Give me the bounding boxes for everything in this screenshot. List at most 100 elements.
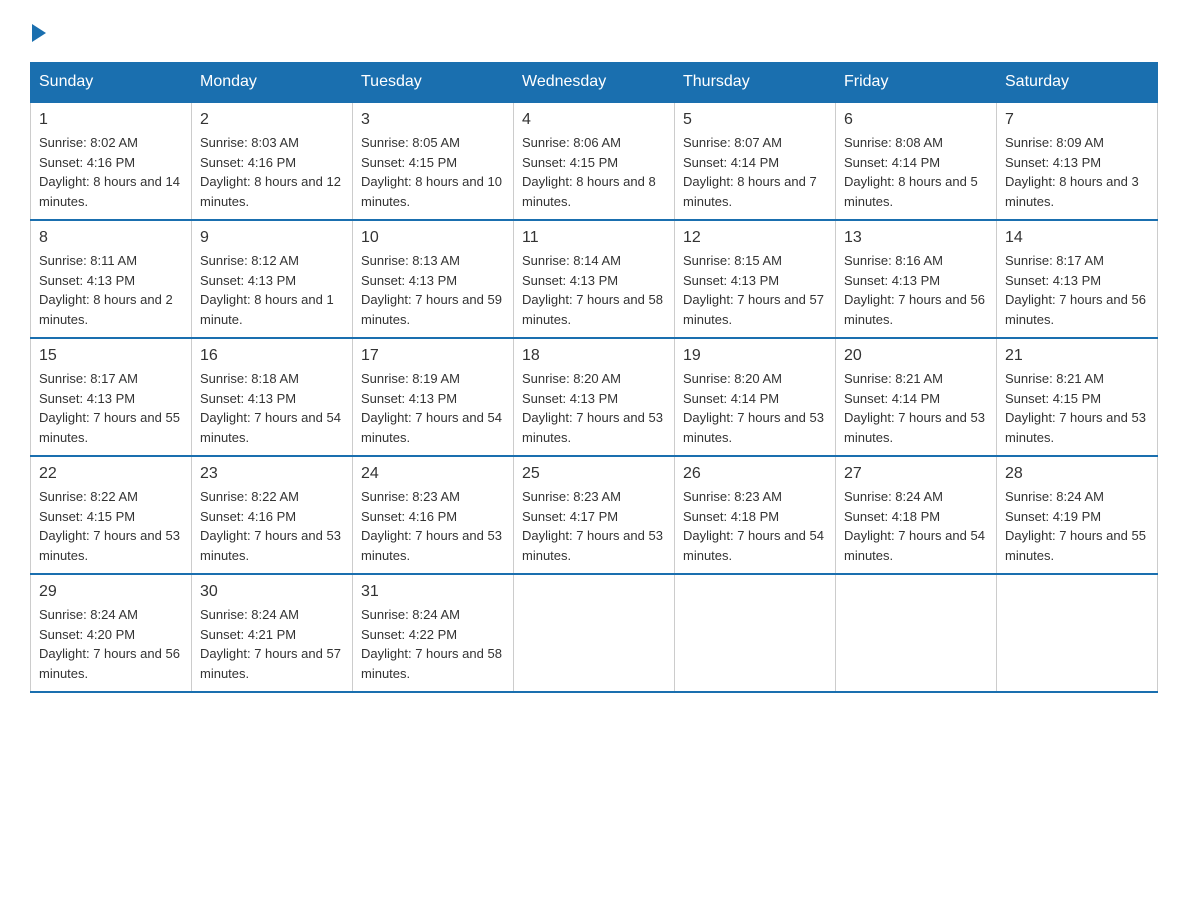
- day-info: Sunrise: 8:23 AMSunset: 4:17 PMDaylight:…: [522, 487, 666, 565]
- calendar-table: Sunday Monday Tuesday Wednesday Thursday…: [30, 62, 1158, 693]
- day-number: 23: [200, 465, 344, 483]
- day-info: Sunrise: 8:24 AMSunset: 4:18 PMDaylight:…: [844, 487, 988, 565]
- calendar-cell: 23 Sunrise: 8:22 AMSunset: 4:16 PMDayligh…: [192, 456, 353, 574]
- calendar-cell: 14Sunrise: 8:17 AMSunset: 4:13 PMDayligh…: [997, 220, 1158, 338]
- day-info: Sunrise: 8:21 AMSunset: 4:15 PMDaylight:…: [1005, 369, 1149, 447]
- calendar-cell: 27 Sunrise: 8:24 AMSunset: 4:18 PMDayligh…: [836, 456, 997, 574]
- calendar-cell: 24 Sunrise: 8:23 AMSunset: 4:16 PMDayligh…: [353, 456, 514, 574]
- day-number: 10: [361, 229, 505, 247]
- day-info: Sunrise: 8:14 AMSunset: 4:13 PMDaylight:…: [522, 251, 666, 329]
- calendar-cell: 4 Sunrise: 8:06 AMSunset: 4:15 PMDaylight…: [514, 102, 675, 220]
- day-info: Sunrise: 8:02 AMSunset: 4:16 PMDaylight:…: [39, 133, 183, 211]
- day-number: 9: [200, 229, 344, 247]
- col-tuesday: Tuesday: [353, 63, 514, 103]
- calendar-week-row: 8 Sunrise: 8:11 AMSunset: 4:13 PMDaylight…: [31, 220, 1158, 338]
- day-info: Sunrise: 8:08 AMSunset: 4:14 PMDaylight:…: [844, 133, 988, 211]
- calendar-week-row: 1 Sunrise: 8:02 AMSunset: 4:16 PMDaylight…: [31, 102, 1158, 220]
- calendar-cell: [836, 574, 997, 692]
- day-number: 16: [200, 347, 344, 365]
- calendar-cell: [514, 574, 675, 692]
- day-info: Sunrise: 8:18 AMSunset: 4:13 PMDaylight:…: [200, 369, 344, 447]
- calendar-cell: 12 Sunrise: 8:15 AMSunset: 4:13 PMDayligh…: [675, 220, 836, 338]
- day-info: Sunrise: 8:06 AMSunset: 4:15 PMDaylight:…: [522, 133, 666, 211]
- col-wednesday: Wednesday: [514, 63, 675, 103]
- day-number: 8: [39, 229, 183, 247]
- page-header: [30, 20, 1158, 42]
- day-number: 28: [1005, 465, 1149, 483]
- day-number: 29: [39, 583, 183, 601]
- calendar-cell: 16 Sunrise: 8:18 AMSunset: 4:13 PMDayligh…: [192, 338, 353, 456]
- day-number: 19: [683, 347, 827, 365]
- day-info: Sunrise: 8:19 AMSunset: 4:13 PMDaylight:…: [361, 369, 505, 447]
- day-number: 20: [844, 347, 988, 365]
- calendar-cell: 17 Sunrise: 8:19 AMSunset: 4:13 PMDayligh…: [353, 338, 514, 456]
- calendar-cell: [675, 574, 836, 692]
- day-info: Sunrise: 8:20 AMSunset: 4:14 PMDaylight:…: [683, 369, 827, 447]
- calendar-cell: 20 Sunrise: 8:21 AMSunset: 4:14 PMDayligh…: [836, 338, 997, 456]
- day-info: Sunrise: 8:24 AMSunset: 4:20 PMDaylight:…: [39, 605, 183, 683]
- day-info: Sunrise: 8:24 AMSunset: 4:19 PMDaylight:…: [1005, 487, 1149, 565]
- day-number: 17: [361, 347, 505, 365]
- calendar-cell: 29 Sunrise: 8:24 AMSunset: 4:20 PMDayligh…: [31, 574, 192, 692]
- day-info: Sunrise: 8:23 AMSunset: 4:16 PMDaylight:…: [361, 487, 505, 565]
- day-number: 14: [1005, 229, 1149, 247]
- day-info: Sunrise: 8:05 AMSunset: 4:15 PMDaylight:…: [361, 133, 505, 211]
- col-friday: Friday: [836, 63, 997, 103]
- calendar-cell: 5 Sunrise: 8:07 AMSunset: 4:14 PMDaylight…: [675, 102, 836, 220]
- calendar-cell: 30 Sunrise: 8:24 AMSunset: 4:21 PMDayligh…: [192, 574, 353, 692]
- calendar-cell: 11 Sunrise: 8:14 AMSunset: 4:13 PMDayligh…: [514, 220, 675, 338]
- day-number: 7: [1005, 111, 1149, 129]
- calendar-cell: 2Sunrise: 8:03 AMSunset: 4:16 PMDaylight…: [192, 102, 353, 220]
- col-thursday: Thursday: [675, 63, 836, 103]
- calendar-cell: 22Sunrise: 8:22 AMSunset: 4:15 PMDayligh…: [31, 456, 192, 574]
- calendar-cell: 31Sunrise: 8:24 AMSunset: 4:22 PMDayligh…: [353, 574, 514, 692]
- day-number: 15: [39, 347, 183, 365]
- calendar-week-row: 15 Sunrise: 8:17 AMSunset: 4:13 PMDayligh…: [31, 338, 1158, 456]
- day-number: 13: [844, 229, 988, 247]
- day-info: Sunrise: 8:12 AMSunset: 4:13 PMDaylight:…: [200, 251, 344, 329]
- calendar-cell: 3Sunrise: 8:05 AMSunset: 4:15 PMDaylight…: [353, 102, 514, 220]
- calendar-cell: 7 Sunrise: 8:09 AMSunset: 4:13 PMDaylight…: [997, 102, 1158, 220]
- calendar-week-row: 22Sunrise: 8:22 AMSunset: 4:15 PMDayligh…: [31, 456, 1158, 574]
- day-number: 22: [39, 465, 183, 483]
- day-number: 24: [361, 465, 505, 483]
- day-info: Sunrise: 8:11 AMSunset: 4:13 PMDaylight:…: [39, 251, 183, 329]
- day-info: Sunrise: 8:22 AMSunset: 4:16 PMDaylight:…: [200, 487, 344, 565]
- calendar-cell: 28 Sunrise: 8:24 AMSunset: 4:19 PMDayligh…: [997, 456, 1158, 574]
- calendar-body: 1 Sunrise: 8:02 AMSunset: 4:16 PMDaylight…: [31, 102, 1158, 692]
- calendar-cell: 10 Sunrise: 8:13 AMSunset: 4:13 PMDayligh…: [353, 220, 514, 338]
- day-number: 6: [844, 111, 988, 129]
- calendar-cell: 13 Sunrise: 8:16 AMSunset: 4:13 PMDayligh…: [836, 220, 997, 338]
- day-info: Sunrise: 8:16 AMSunset: 4:13 PMDaylight:…: [844, 251, 988, 329]
- day-number: 27: [844, 465, 988, 483]
- day-number: 12: [683, 229, 827, 247]
- day-number: 25: [522, 465, 666, 483]
- day-number: 5: [683, 111, 827, 129]
- calendar-week-row: 29 Sunrise: 8:24 AMSunset: 4:20 PMDayligh…: [31, 574, 1158, 692]
- header-row: Sunday Monday Tuesday Wednesday Thursday…: [31, 63, 1158, 103]
- col-sunday: Sunday: [31, 63, 192, 103]
- day-info: Sunrise: 8:17 AMSunset: 4:13 PMDaylight:…: [39, 369, 183, 447]
- day-number: 11: [522, 229, 666, 247]
- calendar-header: Sunday Monday Tuesday Wednesday Thursday…: [31, 63, 1158, 103]
- day-info: Sunrise: 8:21 AMSunset: 4:14 PMDaylight:…: [844, 369, 988, 447]
- col-monday: Monday: [192, 63, 353, 103]
- day-info: Sunrise: 8:24 AMSunset: 4:21 PMDaylight:…: [200, 605, 344, 683]
- calendar-cell: 18Sunrise: 8:20 AMSunset: 4:13 PMDayligh…: [514, 338, 675, 456]
- calendar-cell: 6 Sunrise: 8:08 AMSunset: 4:14 PMDaylight…: [836, 102, 997, 220]
- col-saturday: Saturday: [997, 63, 1158, 103]
- day-number: 4: [522, 111, 666, 129]
- calendar-cell: 8 Sunrise: 8:11 AMSunset: 4:13 PMDaylight…: [31, 220, 192, 338]
- day-info: Sunrise: 8:03 AMSunset: 4:16 PMDaylight:…: [200, 133, 344, 211]
- day-info: Sunrise: 8:13 AMSunset: 4:13 PMDaylight:…: [361, 251, 505, 329]
- day-info: Sunrise: 8:23 AMSunset: 4:18 PMDaylight:…: [683, 487, 827, 565]
- day-info: Sunrise: 8:07 AMSunset: 4:14 PMDaylight:…: [683, 133, 827, 211]
- day-number: 1: [39, 111, 183, 129]
- day-number: 30: [200, 583, 344, 601]
- day-info: Sunrise: 8:15 AMSunset: 4:13 PMDaylight:…: [683, 251, 827, 329]
- day-info: Sunrise: 8:09 AMSunset: 4:13 PMDaylight:…: [1005, 133, 1149, 211]
- day-info: Sunrise: 8:24 AMSunset: 4:22 PMDaylight:…: [361, 605, 505, 683]
- calendar-cell: 9 Sunrise: 8:12 AMSunset: 4:13 PMDaylight…: [192, 220, 353, 338]
- logo: [30, 20, 46, 42]
- calendar-cell: 26Sunrise: 8:23 AMSunset: 4:18 PMDayligh…: [675, 456, 836, 574]
